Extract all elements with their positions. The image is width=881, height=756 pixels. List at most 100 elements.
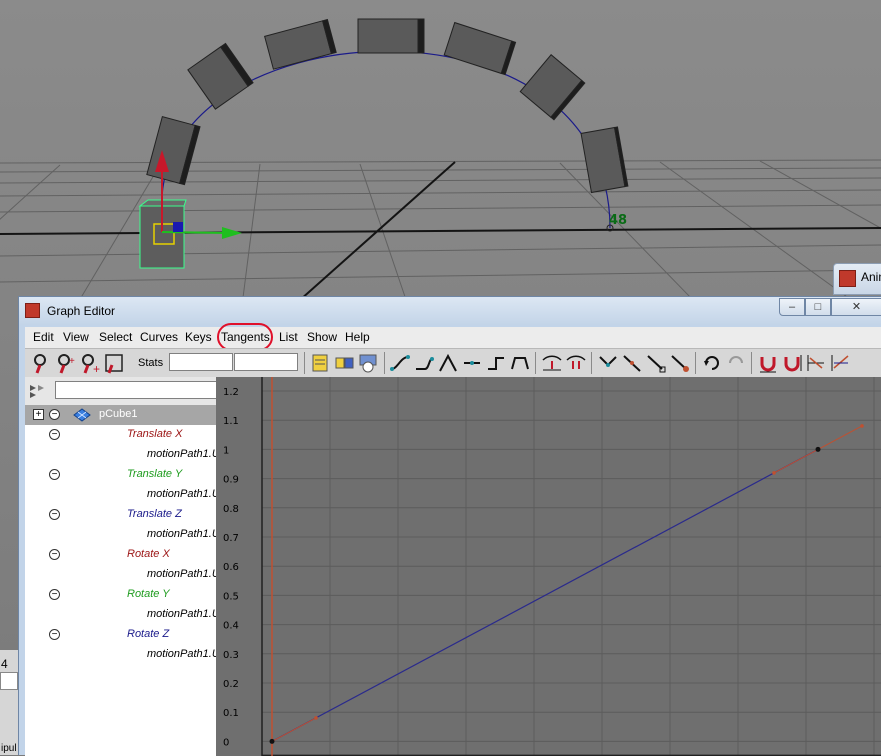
load-selected-icon[interactable] <box>725 352 747 374</box>
curve-sub-row[interactable]: motionPath1.U <box>25 485 220 505</box>
menu-select[interactable]: Select <box>99 330 132 344</box>
step-tangents-icon[interactable] <box>485 352 507 374</box>
outliner-tree: + − pCube1 − Translate X motionPath1.U − Tra… <box>25 405 220 756</box>
curve-sub-row[interactable]: motionPath1.U <box>25 525 220 545</box>
y-tick-label: 1.1 <box>223 416 239 427</box>
menu-view[interactable]: View <box>63 330 89 344</box>
curve-row[interactable]: − Rotate Z <box>25 625 216 645</box>
value-snap-icon[interactable] <box>781 352 803 374</box>
anim-window-title: Anim <box>861 270 881 284</box>
curve-connection-label: motionPath1.U <box>147 648 220 660</box>
tangent-endpoint <box>860 424 864 428</box>
time-snap-icon[interactable] <box>757 352 779 374</box>
buffer-curve-snapshot-icon[interactable] <box>541 352 563 374</box>
move-key-tool-icon[interactable] <box>31 352 53 374</box>
normalize-curves-icon[interactable] <box>805 352 827 374</box>
curve-connection-label: motionPath1.U <box>147 488 220 500</box>
maximize-button[interactable]: □ <box>805 298 831 316</box>
collapse-icon[interactable]: − <box>49 629 60 640</box>
filter-icon[interactable] <box>28 383 50 399</box>
svg-text:+: + <box>93 362 100 374</box>
curve-row[interactable]: − Rotate X <box>25 545 216 565</box>
y-tick-label: 0.2 <box>223 679 239 690</box>
curve-row[interactable]: − Rotate Y <box>25 585 216 605</box>
curve-connection-label: motionPath1.U <box>147 448 220 460</box>
frame-all-icon[interactable] <box>309 352 331 374</box>
close-button[interactable]: ✕ <box>831 298 881 316</box>
curve-sub-row[interactable]: motionPath1.U <box>25 565 220 585</box>
expand-icon[interactable]: + <box>33 409 44 420</box>
auto-load-selected-icon[interactable] <box>701 352 723 374</box>
y-tick-label: 0.4 <box>223 621 239 632</box>
menu-list[interactable]: List <box>279 330 298 344</box>
clamped-tangents-icon[interactable] <box>413 352 435 374</box>
lattice-deform-tool-icon[interactable] <box>103 352 125 374</box>
graph-editor-titlebar[interactable]: Graph Editor – □ ✕ <box>19 297 881 325</box>
frame-selection-icon[interactable] <box>333 352 355 374</box>
toolbar-separator <box>535 352 536 374</box>
toolbar-separator <box>384 352 385 374</box>
curve-connection-label: motionPath1.U <box>147 568 220 580</box>
toolbar-separator <box>751 352 752 374</box>
menu-show[interactable]: Show <box>307 330 337 344</box>
stats-time-field[interactable] <box>169 353 233 371</box>
keyframe <box>269 738 275 744</box>
curve-row[interactable]: − Translate X <box>25 425 216 445</box>
window-title: Graph Editor <box>47 304 116 318</box>
y-tick-label: 0.3 <box>223 650 239 661</box>
graph-editor-window: Graph Editor – □ ✕ Edit View Select Curv… <box>18 296 881 756</box>
curve-row[interactable]: − Translate Z <box>25 505 216 525</box>
insert-key-tool-icon[interactable]: + <box>55 352 77 374</box>
menu-curves[interactable]: Curves <box>140 330 178 344</box>
tangent-endpoint <box>314 716 318 720</box>
menu-help[interactable]: Help <box>345 330 370 344</box>
graph-view[interactable]: 1.2 1.1 1 0.9 0.8 0.7 0.6 0.5 0.4 0.3 0.2 0.1 0 <box>216 377 881 756</box>
y-tick-label: 0 <box>223 737 229 748</box>
menu-keys[interactable]: Keys <box>185 330 212 344</box>
menu-tangents[interactable]: Tangents <box>221 330 270 344</box>
y-tick-label: 0.5 <box>223 591 239 602</box>
linear-tangents-icon[interactable] <box>437 352 459 374</box>
toolbar: + + Stats <box>25 348 881 378</box>
collapse-icon[interactable]: − <box>49 589 60 600</box>
toolbar-separator <box>591 352 592 374</box>
y-tick-label: 0.9 <box>223 475 239 486</box>
free-tangent-weight-icon[interactable] <box>645 352 667 374</box>
outliner-object-row[interactable]: + − pCube1 <box>25 405 216 425</box>
flat-tangents-icon[interactable] <box>461 352 483 374</box>
curve-sub-row[interactable]: motionPath1.U <box>25 445 220 465</box>
curve-label: Translate Z <box>127 508 182 520</box>
collapse-icon[interactable]: − <box>49 409 60 420</box>
lock-tangent-weight-icon[interactable] <box>669 352 691 374</box>
left-panel-field[interactable] <box>0 672 18 690</box>
anim-window[interactable]: Anim <box>833 263 881 295</box>
curve-outliner: + − pCube1 − Translate X motionPath1.U − Tra… <box>25 377 220 756</box>
denormalize-curves-icon[interactable] <box>829 352 851 374</box>
collapse-icon[interactable]: − <box>49 429 60 440</box>
break-tangents-icon[interactable] <box>597 352 619 374</box>
swap-buffer-curves-icon[interactable] <box>565 352 587 374</box>
object-name: pCube1 <box>99 408 138 420</box>
plateau-tangents-icon[interactable] <box>509 352 531 374</box>
collapse-icon[interactable]: − <box>49 469 60 480</box>
y-tick-label: 1 <box>223 445 229 456</box>
collapse-icon[interactable]: − <box>49 549 60 560</box>
stats-value-field[interactable] <box>234 353 298 371</box>
curve-sub-row[interactable]: motionPath1.U <box>25 645 220 665</box>
curve-sub-row[interactable]: motionPath1.U <box>25 605 220 625</box>
unify-tangents-icon[interactable] <box>621 352 643 374</box>
curve-label: Rotate Y <box>127 588 170 600</box>
left-panel-label: ipul <box>1 743 17 754</box>
maya-app-icon <box>839 270 856 287</box>
mesh-transform-icon <box>73 408 91 422</box>
menu-edit[interactable]: Edit <box>33 330 54 344</box>
outliner-search-input[interactable] <box>55 381 218 399</box>
collapse-icon[interactable]: − <box>49 509 60 520</box>
left-panel: 4 ipul <box>0 650 19 755</box>
spline-tangents-icon[interactable] <box>389 352 411 374</box>
add-key-tool-icon[interactable]: + <box>79 352 101 374</box>
curve-label: Translate X <box>127 428 183 440</box>
frame-playback-range-icon[interactable] <box>357 352 379 374</box>
curve-row[interactable]: − Translate Y <box>25 465 216 485</box>
minimize-button[interactable]: – <box>779 298 805 316</box>
